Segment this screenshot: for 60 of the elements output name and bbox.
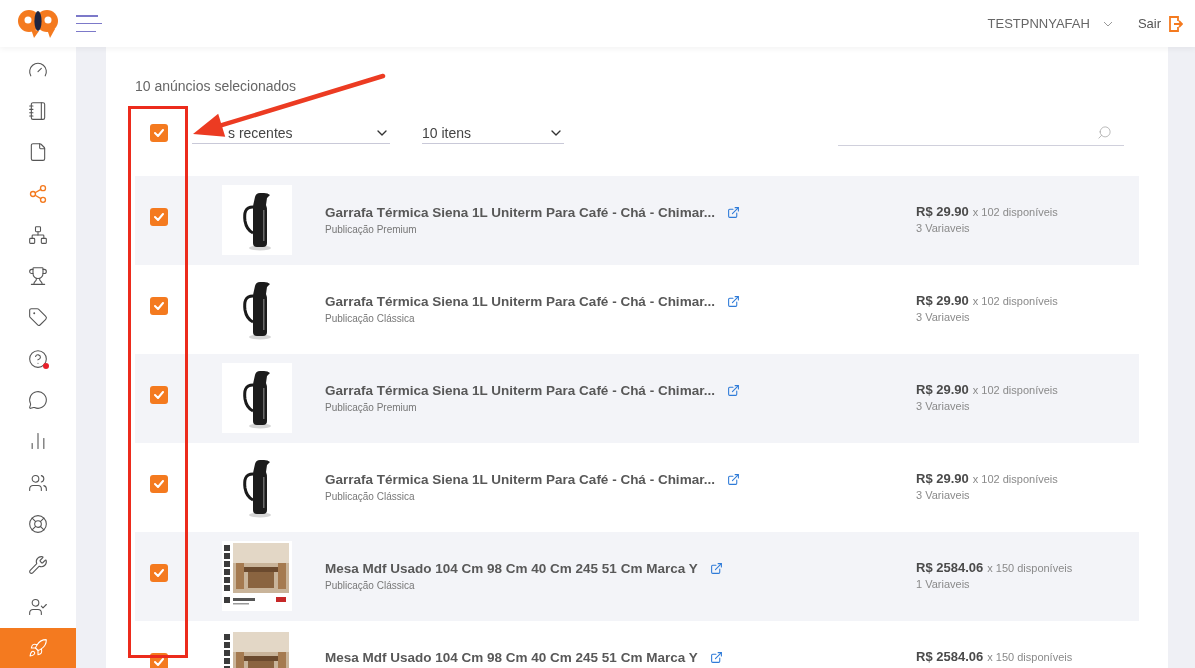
listing-variants: 3 Variaveis [916, 310, 970, 324]
external-link-icon[interactable] [709, 650, 723, 664]
checkbox[interactable] [150, 208, 168, 226]
listing-type: Publicação Clássica [325, 312, 415, 326]
checkmark-icon [154, 213, 164, 221]
checkbox[interactable] [150, 475, 168, 493]
listing-price: R$ 2584.06 [916, 648, 984, 666]
listing-price: R$ 29.90 [916, 470, 969, 488]
search-icon [1097, 125, 1112, 140]
listing-stock: x 102 disponíveis [972, 205, 1058, 220]
listing-stock: x 150 disponíveis [987, 561, 1073, 576]
listing-title: Garrafa Térmica Siena 1L Uniterm Para Café - Chá - Chimar... [325, 293, 715, 309]
listing-type: Publicação Premium [325, 223, 417, 237]
listing-price: R$ 29.90 [916, 203, 969, 221]
thermos-drawing [222, 363, 292, 433]
chevron-down-icon [1102, 20, 1113, 27]
checkmark-icon [154, 480, 164, 488]
listing-variants: 3 Variaveis [916, 221, 970, 235]
checkbox[interactable] [150, 124, 168, 142]
external-link-icon[interactable] [709, 561, 723, 575]
external-link-icon[interactable] [726, 383, 740, 397]
checkbox[interactable] [150, 297, 168, 315]
logout-button[interactable]: Sair [1137, 15, 1183, 32]
listing-price: R$ 29.90 [916, 292, 969, 310]
external-link-icon[interactable] [726, 205, 740, 219]
logout-icon [1169, 15, 1183, 32]
listing-title: Garrafa Térmica Siena 1L Uniterm Para Café - Chá - Chimar... [325, 204, 715, 220]
checkmark-icon [154, 302, 164, 310]
external-link-icon[interactable] [726, 294, 740, 308]
listing-stock: x 102 disponíveis [972, 472, 1058, 487]
selection-summary: 10 anúncios selecionados [135, 78, 297, 95]
page-size-select[interactable]: 10 itens [422, 122, 564, 144]
sidebar-button[interactable] [0, 628, 76, 668]
listing-title: Mesa Mdf Usado 104 Cm 98 Cm 40 Cm 245 51 Cm Marca Y [325, 649, 698, 665]
thermos-drawing [222, 185, 292, 255]
listing-price: R$ 2584.06 [916, 559, 984, 577]
checkmark-icon [154, 129, 164, 137]
dining-set-drawing [222, 541, 292, 611]
listing-stock: x 150 disponíveis [987, 650, 1073, 665]
listing-variants: 3 Variaveis [916, 399, 970, 413]
listing-type: Publicação Premium [325, 401, 417, 415]
listing-price: R$ 29.90 [916, 381, 969, 399]
listing-type: Publicação Clássica [325, 490, 415, 504]
menu-button[interactable] [76, 15, 102, 32]
listing-variants: 3 Variaveis [916, 488, 970, 502]
external-link-icon[interactable] [726, 472, 740, 486]
listing-stock: x 102 disponíveis [972, 383, 1058, 398]
listing-stock: x 102 disponíveis [972, 294, 1058, 309]
listing-title: Garrafa Térmica Siena 1L Uniterm Para Café - Chá - Chimar... [325, 382, 715, 398]
listing-title: Mesa Mdf Usado 104 Cm 98 Cm 40 Cm 245 51 Cm Marca Y [325, 560, 698, 576]
checkbox[interactable] [150, 386, 168, 404]
checkbox[interactable] [150, 564, 168, 582]
listing-title: Garrafa Térmica Siena 1L Uniterm Para Café - Chá - Chimar... [325, 471, 715, 487]
checkmark-icon [154, 391, 164, 399]
checkmark-icon [154, 658, 164, 666]
listing-variants: 1 Variaveis [916, 577, 970, 591]
user-menu-button[interactable]: TESTPNNYAFAH [987, 16, 1113, 31]
logo-icon [17, 8, 59, 39]
checkmark-icon [154, 569, 164, 577]
listing-type: Publicação Clássica [325, 579, 415, 593]
